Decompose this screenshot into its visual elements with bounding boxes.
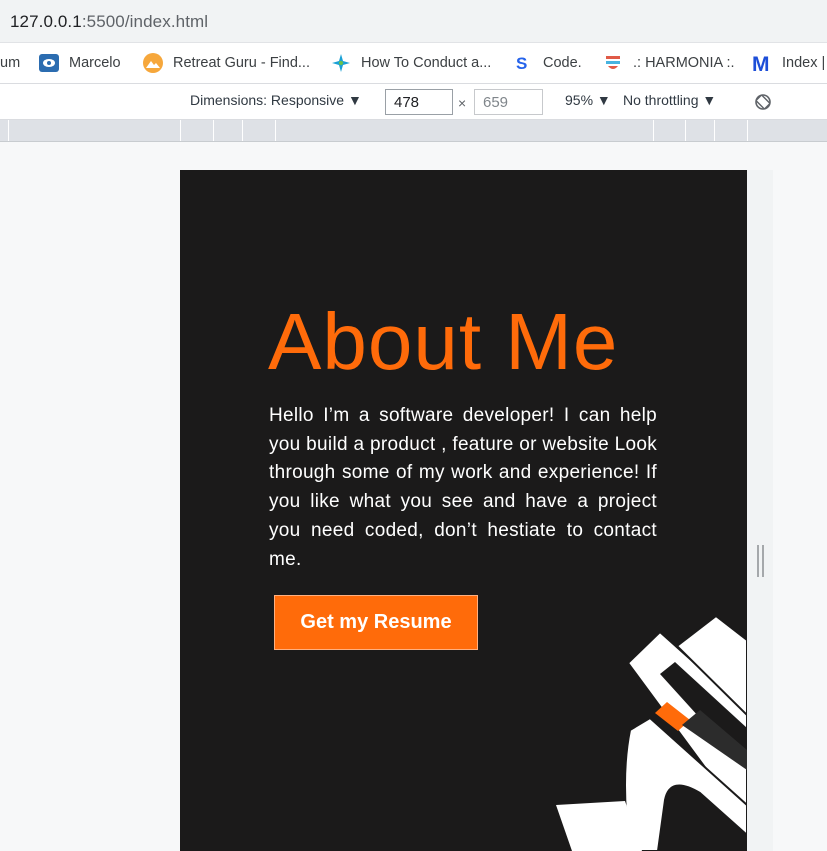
- url-text[interactable]: 127.0.0.1:5500/index.html: [10, 12, 208, 32]
- bookmarks-bar: um Marcelo Retreat Guru - Find... How To…: [0, 43, 827, 84]
- bookmark-item[interactable]: How To Conduct a...: [331, 43, 491, 83]
- bookmark-item[interactable]: M Index |: [752, 43, 825, 83]
- bookmark-label: Code.: [543, 55, 582, 71]
- bookmark-item[interactable]: Marcelo: [39, 43, 121, 83]
- url-host: 127.0.0.1: [10, 12, 82, 31]
- bookmark-label: Retreat Guru - Find...: [173, 55, 310, 71]
- star-logo-icon: [331, 53, 351, 73]
- cloud-icon: [39, 53, 59, 73]
- bookmark-label: Index |: [782, 55, 826, 71]
- bookmark-item[interactable]: S Code.: [513, 43, 582, 83]
- harmonia-icon: [603, 53, 623, 73]
- times-separator: ×: [458, 95, 467, 111]
- about-me-heading: About Me: [268, 297, 619, 386]
- rotate-icon[interactable]: [753, 92, 773, 115]
- svg-text:M: M: [752, 53, 770, 73]
- get-resume-button[interactable]: Get my Resume: [274, 595, 478, 650]
- bookmark-item[interactable]: um: [0, 43, 20, 83]
- throttling-dropdown[interactable]: No throttling ▼: [623, 92, 716, 108]
- height-input[interactable]: [474, 89, 543, 115]
- device-toolbar: Dimensions: Responsive ▼ × 95% ▼ No thro…: [0, 84, 827, 120]
- width-input[interactable]: [385, 89, 453, 115]
- page-viewport: About Me Hello I’m a software developer!…: [180, 170, 747, 851]
- bookmark-label: Marcelo: [69, 55, 121, 71]
- mountain-icon: [143, 53, 163, 73]
- bookmark-item[interactable]: Retreat Guru - Find...: [143, 43, 310, 83]
- dimensions-dropdown[interactable]: Dimensions: Responsive ▼: [190, 92, 362, 108]
- bookmark-item[interactable]: .: HARMONIA :.: [603, 43, 735, 83]
- address-bar[interactable]: 127.0.0.1:5500/index.html: [0, 0, 827, 43]
- abstract-shapes-illustration: [556, 614, 747, 851]
- viewport-side-track: [747, 170, 773, 851]
- svg-text:S: S: [516, 54, 527, 73]
- s-logo-icon: S: [513, 53, 533, 73]
- bookmark-label: How To Conduct a...: [361, 55, 492, 71]
- bookmark-label: um: [0, 55, 21, 71]
- bookmark-label: .: HARMONIA :.: [633, 55, 735, 71]
- zoom-dropdown[interactable]: 95% ▼: [565, 92, 611, 108]
- media-query-ruler[interactable]: [0, 120, 827, 142]
- m-logo-icon: M: [752, 53, 772, 76]
- resize-handle[interactable]: [757, 545, 764, 577]
- bio-paragraph: Hello I’m a software developer! I can he…: [269, 405, 657, 570]
- url-path: :5500/index.html: [81, 12, 209, 31]
